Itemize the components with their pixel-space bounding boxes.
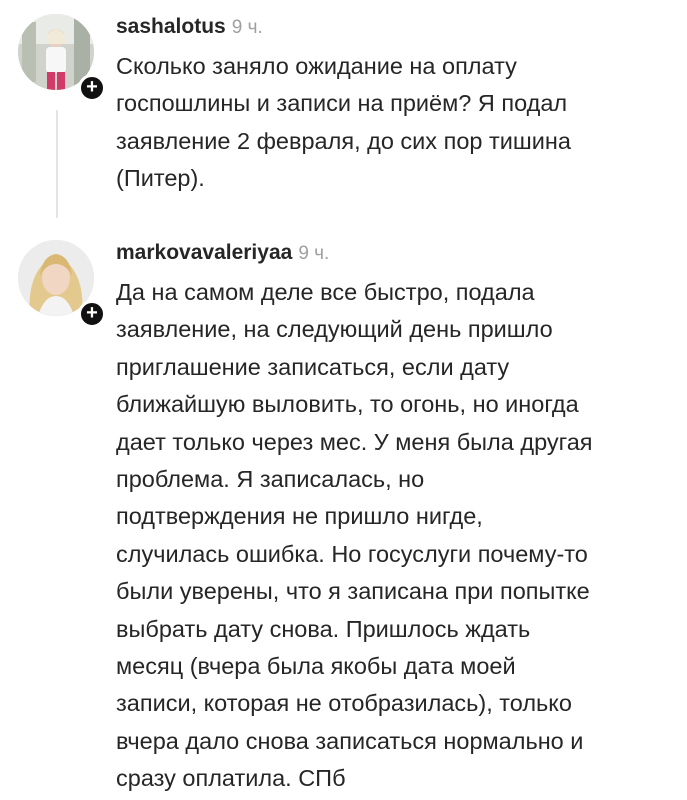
comment-text-line: сразу оплатила. СПб bbox=[116, 765, 346, 792]
comment-text-line: подтверждения не пришло нигде, bbox=[116, 503, 483, 530]
comment-text-line: были уверены, что я записана при попытке bbox=[116, 578, 590, 605]
comment-text-line: ближайшую выловить, то огонь, но иногда bbox=[116, 391, 579, 418]
avatar-container[interactable]: + bbox=[18, 240, 106, 328]
comment-text-line: выбрать дату снова. Пришлось ждать bbox=[116, 615, 531, 642]
comment-text-line: дает только через мес. У меня была друга… bbox=[116, 428, 593, 455]
comment-text: Да на самом деле все быстро, подала заяв… bbox=[116, 274, 676, 798]
username[interactable]: markovavaleriyaa bbox=[116, 241, 292, 264]
follow-plus-icon[interactable]: + bbox=[78, 74, 106, 102]
comment-text-line: заявление, на следующий день пришло bbox=[116, 316, 553, 343]
comment-header: markovavaleriyaa 9 ч. bbox=[116, 236, 676, 270]
comment-content: sashalotus 9 ч. Сколько заняло ожидание н… bbox=[116, 10, 676, 198]
comment-text: Сколько заняло ожидание на оплату госпош… bbox=[116, 48, 676, 198]
comment-text-line: (Питер). bbox=[116, 165, 205, 192]
comment-text-line: записи, которая не отобразилась), только bbox=[116, 690, 572, 717]
username[interactable]: sashalotus bbox=[116, 15, 226, 38]
comment-text-line: проблема. Я записалась, но bbox=[116, 466, 425, 493]
timestamp: 9 ч. bbox=[231, 17, 263, 38]
comment-content: markovavaleriyaa 9 ч. Да на самом деле вс… bbox=[116, 236, 676, 798]
comment-text-line: приглашение записаться, если дату bbox=[116, 353, 510, 380]
comment-text-line: месяц (вчера была якобы дата моей bbox=[116, 653, 516, 680]
comment-text-line: Сколько заняло ожидание на оплату bbox=[116, 53, 517, 79]
avatar-container[interactable]: + bbox=[18, 14, 106, 102]
timestamp: 9 ч. bbox=[298, 243, 330, 264]
comment-text-line: вчера дало снова записаться нормально и bbox=[116, 727, 584, 754]
comment-text-line: Да на самом деле все быстро, подала bbox=[116, 279, 535, 305]
thread-line bbox=[56, 110, 58, 218]
comment-header: sashalotus 9 ч. bbox=[116, 10, 676, 44]
comment-text-line: случилась ошибка. Но госуслуги почему-то bbox=[116, 540, 588, 567]
comment-text-line: госпошлины и записи на приём? Я подал bbox=[116, 90, 568, 117]
comment-text-line: заявление 2 февраля, до сих пор тишина bbox=[116, 127, 571, 154]
follow-plus-icon[interactable]: + bbox=[78, 300, 106, 328]
